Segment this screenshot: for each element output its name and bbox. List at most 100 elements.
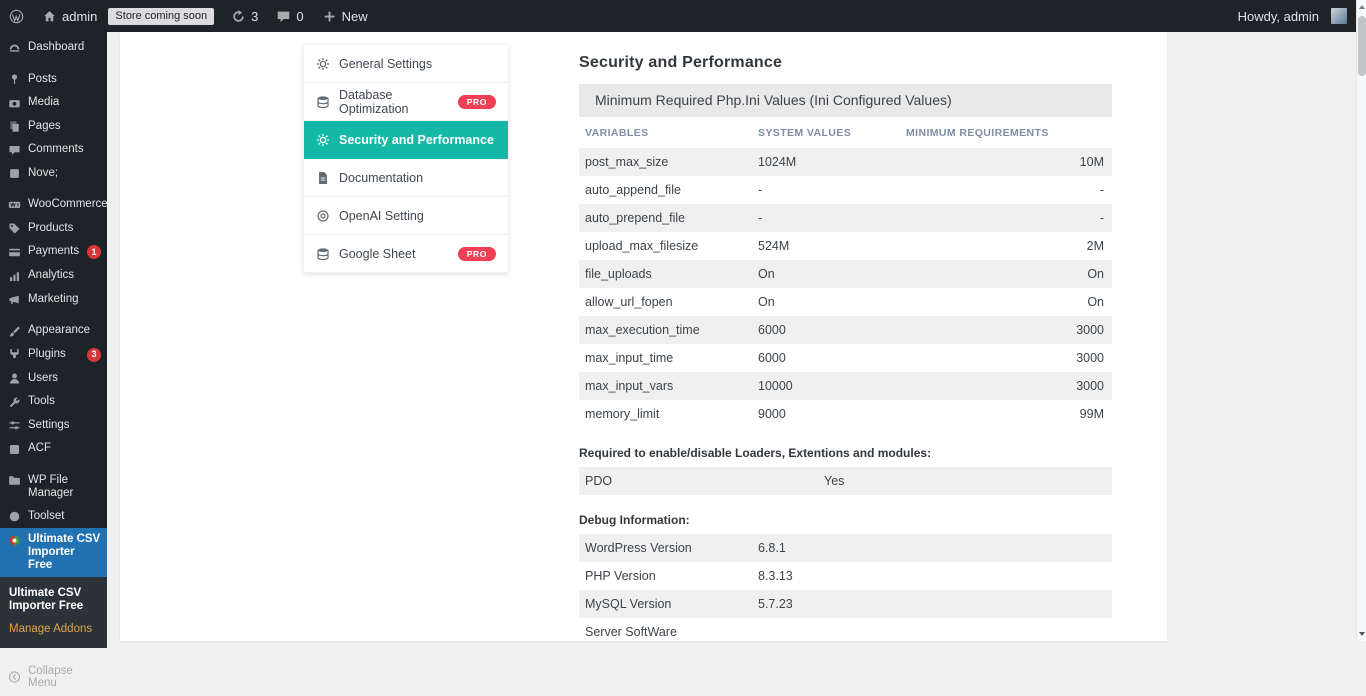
updates-menu[interactable]: 3 [222,0,267,32]
sidebar-item-label: Appearance [28,324,101,337]
general-settings-icon [316,57,330,71]
table-row: post_max_size1024M10M [579,148,1112,176]
minimum-cell: - [900,176,1112,204]
tab-general-settings[interactable]: General Settings [304,45,508,83]
scrollbar[interactable] [1356,0,1366,641]
tab-label: Database Optimization [339,88,449,116]
openai-icon [316,209,330,223]
update-icon [231,9,246,24]
sidebar-item-plugins[interactable]: Plugins 3 [0,343,107,367]
comments-menu[interactable]: 0 [267,0,312,32]
sidebar-item-payments[interactable]: Payments 1 [0,240,107,264]
sidebar-item-acf[interactable]: ACF [0,437,107,461]
value-cell: 5.7.23 [752,590,1112,618]
count-badge: 1 [87,245,101,259]
sidebar-item-pages[interactable]: Pages [0,115,107,139]
sidebar-item-settings[interactable]: Settings [0,414,107,438]
collapse-menu-button[interactable]: Collapse Menu [0,658,107,696]
minimum-cell: 2M [900,232,1112,260]
sidebar-item-analytics[interactable]: Analytics [0,264,107,288]
sidebar-item-toolset[interactable]: Toolset [0,505,107,529]
scrollbar-thumb[interactable] [1358,16,1366,76]
loaders-label: Required to enable/disable Loaders, Exte… [579,446,1112,460]
count-badge: 3 [87,348,101,362]
variable-cell: post_max_size [579,148,752,176]
analytics-icon [8,270,21,283]
admin-menu: Dashboard PostsMedia Pages Comments Nove; Woo… [0,36,107,577]
sidebar-item-label: Plugins [28,348,80,361]
documentation-icon [316,171,330,185]
sidebar-item-dashboard[interactable]: Dashboard [0,36,107,60]
tab-documentation[interactable]: Documentation [304,159,508,197]
minimum-cell: On [900,260,1112,288]
sidebar-item-appearance[interactable]: Appearance [0,319,107,343]
table-row: max_execution_time60003000 [579,316,1112,344]
value-cell: 6.8.1 [752,534,1112,562]
sidebar-item-nove[interactable]: Nove; [0,162,107,186]
system-value-cell: 6000 [752,316,900,344]
site-name-menu[interactable]: admin [33,0,106,32]
sidebar-item-woocommerce[interactable]: WooCommerce [0,193,107,217]
collapse-label: Collapse Menu [28,665,99,689]
sidebar-item-label: Dashboard [28,41,101,54]
comments-icon [8,144,21,157]
variable-cell: auto_append_file [579,176,752,204]
sidebar-item-posts[interactable]: Posts [0,68,107,92]
tab-label: Google Sheet [339,247,415,261]
minimum-cell: On [900,288,1112,316]
settings-content: Security and Performance Minimum Require… [579,32,1112,641]
sidebar-item-media[interactable]: Media [0,91,107,115]
users-icon [8,372,21,385]
sidebar-item-label: WooCommerce [28,198,108,211]
sidebar-item-tools[interactable]: Tools [0,390,107,414]
sidebar-item-marketing[interactable]: Marketing [0,288,107,312]
sidebar-item-label: Pages [28,120,101,133]
name-cell: Server SoftWare [579,618,752,641]
sidebar-item-label: Comments [28,143,101,156]
sidebar-item-ultimate-csv-importer-free[interactable]: Ultimate CSV Importer Free [0,528,107,577]
sidebar-item-comments[interactable]: Comments [0,138,107,162]
woocommerce-icon [8,199,21,212]
scroll-down-arrow[interactable] [1357,627,1366,641]
plus-icon [322,9,337,24]
minimum-cell: 3000 [900,316,1112,344]
variable-cell: memory_limit [579,400,752,428]
account-menu[interactable]: Howdy, admin [1229,0,1356,32]
admin-sidebar: Dashboard PostsMedia Pages Comments Nove; Woo… [0,32,107,641]
sidebar-item-users[interactable]: Users [0,367,107,391]
scroll-up-arrow[interactable] [1357,0,1366,14]
sidebar-item-wp-file-manager[interactable]: WP File Manager [0,469,107,505]
sidebar-item-label: Users [28,372,101,385]
tab-security-and-performance[interactable]: Security and Performance [304,121,508,159]
tab-google-sheet[interactable]: Google SheetPRO [304,235,508,273]
products-icon [8,222,21,235]
new-content-menu[interactable]: New [313,0,377,32]
tab-label: OpenAI Setting [339,209,424,223]
submenu-item-manage-addons[interactable]: Manage Addons [0,618,107,641]
table-row: auto_append_file-- [579,176,1112,204]
tab-label: General Settings [339,57,432,71]
sidebar-item-label: Products [28,222,101,235]
sidebar-item-label: Tools [28,395,101,408]
sidebar-item-label: Toolset [28,510,101,523]
sidebar-item-products[interactable]: Products [0,217,107,241]
sidebar-item-label: Payments [28,245,80,258]
debug-info-table: WordPress Version6.8.1PHP Version8.3.13M… [579,534,1112,641]
wordpress-logo-button[interactable] [0,0,33,32]
site-name: admin [62,9,97,24]
comments-count: 0 [296,9,303,24]
tools-icon [8,396,21,409]
variable-cell: max_execution_time [579,316,752,344]
tab-database-optimization[interactable]: Database OptimizationPRO [304,83,508,121]
sidebar-item-label: WP File Manager [28,474,101,500]
tab-label: Security and Performance [339,133,494,147]
submenu-item-ultimate-csv-importer-free[interactable]: Ultimate CSV Importer Free [0,582,107,618]
toolset-icon [8,510,21,523]
tab-openai-setting[interactable]: OpenAI Setting [304,197,508,235]
database-optimization-icon [316,95,330,109]
minimum-cell: 3000 [900,344,1112,372]
table-row: Server SoftWare [579,618,1112,641]
coming-soon-badge[interactable]: Store coming soon [108,8,214,25]
settings-icon [8,419,21,432]
variable-cell: file_uploads [579,260,752,288]
